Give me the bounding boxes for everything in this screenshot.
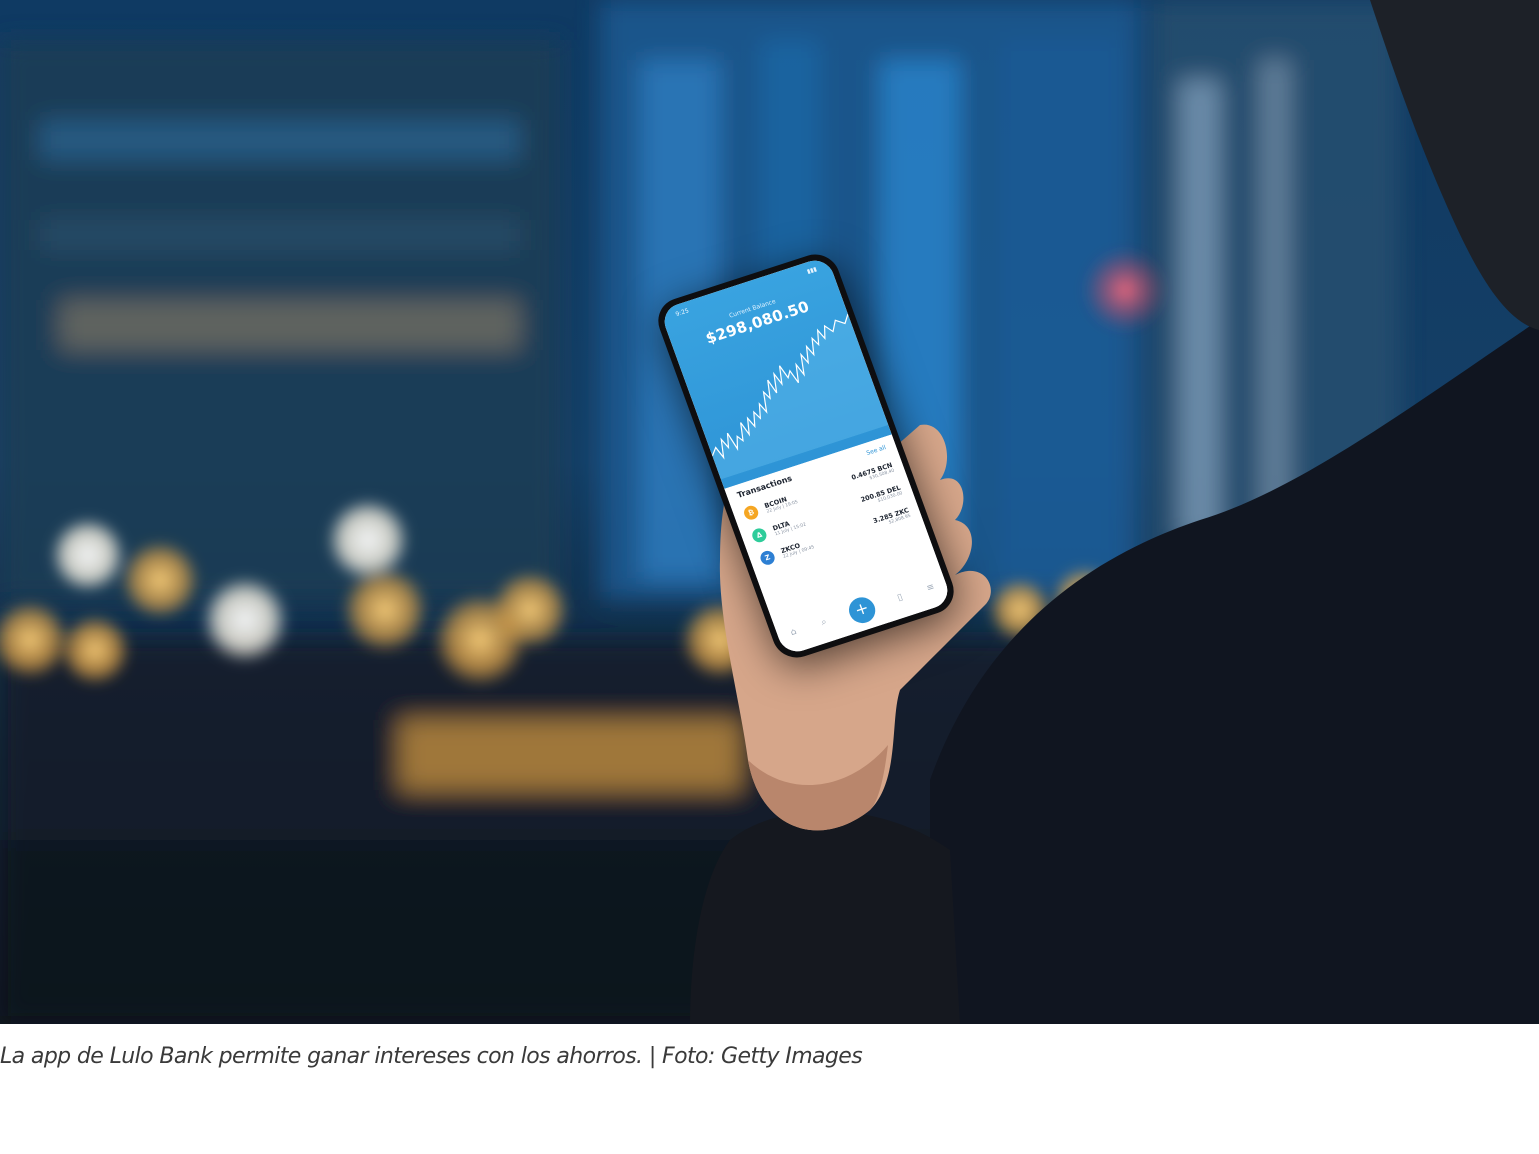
menu-icon[interactable]: ≡ (924, 582, 937, 594)
signal-icon: ▮▮▮ (806, 265, 818, 276)
add-button[interactable]: + (845, 593, 879, 627)
zkco-icon: Z (758, 549, 777, 567)
search-icon[interactable]: ⌕ (818, 616, 831, 628)
bitcoin-icon: ₿ (742, 503, 761, 522)
delta-icon: Δ (750, 526, 769, 545)
see-all-link[interactable]: See all (866, 444, 888, 457)
home-icon[interactable]: ⌂ (787, 626, 800, 638)
status-time: 9:25 (674, 307, 690, 319)
photo-caption: La app de Lulo Bank permite ganar intere… (0, 1044, 863, 1069)
wallet-icon[interactable]: ▯ (894, 592, 907, 604)
